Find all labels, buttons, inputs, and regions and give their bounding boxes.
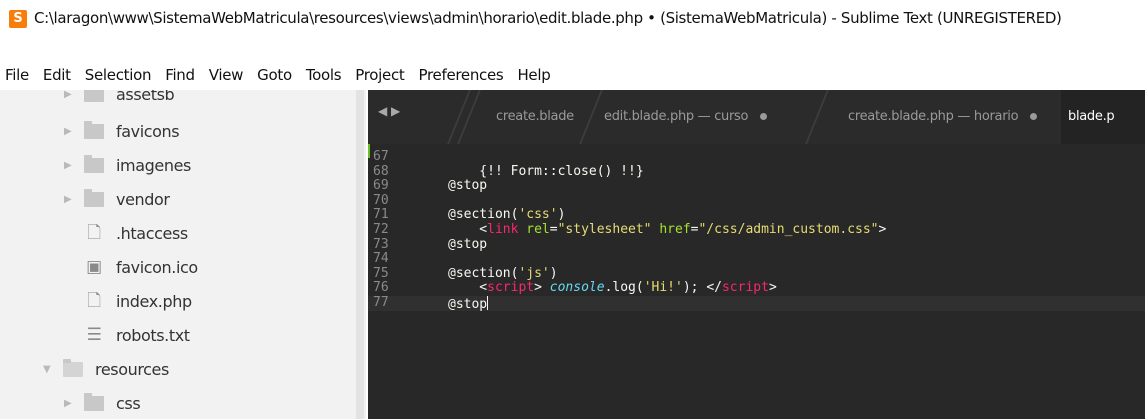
chevron-down-icon[interactable]: ▼ [43, 364, 53, 375]
image-file-icon: ▣ [86, 257, 102, 277]
text-file-icon: ☰ [86, 325, 102, 345]
menu-selection[interactable]: Selection [78, 64, 158, 86]
code-line[interactable]: 72 <link rel="stylesheet" href="/css/adm… [368, 222, 1145, 238]
tab-edit-blade-curso[interactable]: edit.blade.php — curso [604, 90, 768, 144]
tree-item-css[interactable]: ▶ css [64, 386, 141, 419]
line-number: 76 [373, 280, 389, 296]
code-line[interactable]: 68 {!! Form::close() !!} [368, 163, 1145, 180]
tree-item-favicons[interactable]: ▶ favicons [64, 114, 180, 148]
code-line[interactable]: 69 @stop [368, 178, 1145, 194]
code-text: @stop [448, 296, 489, 312]
menu-project[interactable]: Project [348, 64, 411, 86]
code-line[interactable]: 77 @stop [368, 295, 1145, 312]
tree-item-label: css [116, 393, 141, 413]
code-line[interactable]: 75 @section('js') [368, 265, 1145, 282]
tree-item-label: robots.txt [116, 325, 190, 345]
line-number: 68 [373, 163, 389, 179]
tab-nav-arrows-icon[interactable]: ◀ ▶ [378, 104, 400, 118]
folder-icon [84, 188, 104, 207]
code-editor[interactable]: 67 68 {!! Form::close() !!} 69 @stop 70 71 @se… [368, 144, 1145, 419]
folder-open-icon [63, 358, 83, 377]
chevron-right-icon[interactable]: ▶ [64, 194, 74, 205]
code-text: @stop [448, 236, 488, 252]
code-line[interactable]: 74 [368, 252, 1145, 267]
folder-icon [84, 120, 104, 139]
line-number: 74 [373, 251, 389, 267]
code-line[interactable]: 73 @stop [368, 236, 1145, 253]
menu-goto[interactable]: Goto [250, 64, 299, 86]
line-number: 70 [373, 192, 389, 208]
tab-create-blade[interactable]: create.blade [496, 90, 574, 144]
sidebar-scrollbar[interactable] [356, 90, 364, 419]
code-text: <link rel="stylesheet" href="/css/admin_… [448, 222, 887, 237]
tab-separator [457, 90, 481, 144]
code-line[interactable]: 76 <script> console.log('Hi!'); </script… [368, 281, 1145, 296]
menu-bar: File Edit Selection Find View Goto Tools… [0, 64, 557, 86]
code-line[interactable]: 70 [368, 192, 1145, 209]
line-number: 72 [373, 222, 389, 237]
line-number: 67 [373, 149, 389, 164]
menu-tools[interactable]: Tools [299, 64, 348, 86]
code-text: {!! Form::close() !!} [448, 163, 644, 179]
line-number: 69 [373, 178, 389, 194]
tree-item-assetsb[interactable]: ▶ assetsb [64, 90, 175, 111]
tree-item-vendor[interactable]: ▶ vendor [64, 182, 170, 216]
title-bar: S C:\laragon\www\SistemaWebMatricula\res… [0, 0, 1145, 60]
tree-item-label: resources [95, 359, 169, 379]
menu-find[interactable]: Find [158, 64, 202, 86]
menu-view[interactable]: View [202, 64, 250, 86]
code-text: @section('js') [448, 265, 558, 281]
window-title: C:\laragon\www\SistemaWebMatricula\resou… [34, 9, 1062, 27]
tree-item-label: vendor [116, 189, 170, 209]
code-line[interactable]: 71 @section('css') [368, 208, 1145, 223]
tree-item-label: favicon.ico [116, 257, 198, 277]
file-icon: 🗋 [87, 291, 101, 311]
line-number: 73 [373, 236, 389, 252]
tab-label: edit.blade.php — curso [604, 109, 749, 124]
code-text: @section('css') [448, 207, 566, 223]
tree-item-label: favicons [116, 121, 180, 141]
menu-file[interactable]: File [0, 64, 36, 86]
tab-separator [805, 90, 829, 144]
modified-dot-icon[interactable] [760, 113, 768, 120]
tab-bar: ◀ ▶ create.blade edit.blade.php — curso … [368, 90, 1145, 144]
chevron-right-icon[interactable]: ▶ [64, 90, 74, 100]
menu-preferences[interactable]: Preferences [412, 64, 511, 86]
tree-item-label: index.php [116, 291, 192, 311]
tab-label: create.blade.php — horario [848, 109, 1019, 124]
chevron-right-icon[interactable]: ▶ [64, 160, 74, 171]
code-text: @stop [448, 178, 488, 194]
tree-item-label: .htaccess [116, 223, 188, 243]
tree-item-favicon-ico[interactable]: ▣ favicon.ico [84, 250, 198, 284]
sublime-logo-icon: S [9, 10, 27, 28]
tree-item-htaccess[interactable]: 🗋 .htaccess [84, 216, 188, 250]
text-cursor [487, 296, 489, 310]
line-number: 71 [373, 207, 389, 223]
folder-icon [84, 154, 104, 173]
line-number: 77 [373, 295, 389, 310]
tree-item-index-php[interactable]: 🗋 index.php [84, 284, 192, 318]
sidebar-file-tree: ▶ assetsb ▶ favicons ▶ imagenes ▶ vendor… [0, 90, 366, 419]
file-icon: 🗋 [87, 223, 101, 243]
code-text: <script> console.log('Hi!'); </script> [448, 280, 777, 296]
tab-edit-blade-horario[interactable]: blade.p [1068, 90, 1115, 144]
tree-item-label: assetsb [116, 90, 175, 104]
menu-edit[interactable]: Edit [36, 64, 78, 86]
menu-help[interactable]: Help [510, 64, 557, 86]
tree-item-robots-txt[interactable]: ☰ robots.txt [84, 318, 191, 352]
tab-separator [579, 90, 603, 144]
chevron-right-icon[interactable]: ▶ [64, 398, 74, 409]
tab-create-blade-horario[interactable]: create.blade.php — horario [848, 90, 1038, 144]
folder-icon [84, 90, 104, 102]
tab-label: blade.p [1068, 109, 1115, 124]
chevron-right-icon[interactable]: ▶ [64, 126, 74, 137]
folder-icon [84, 392, 104, 411]
line-number: 75 [373, 265, 389, 281]
tab-label: create.blade [496, 109, 574, 124]
tree-item-imagenes[interactable]: ▶ imagenes [64, 148, 191, 182]
code-line[interactable]: 67 [368, 149, 1145, 165]
modified-dot-icon[interactable] [1030, 113, 1038, 120]
tree-item-resources[interactable]: ▼ resources [43, 352, 169, 386]
tree-item-label: imagenes [116, 155, 191, 175]
